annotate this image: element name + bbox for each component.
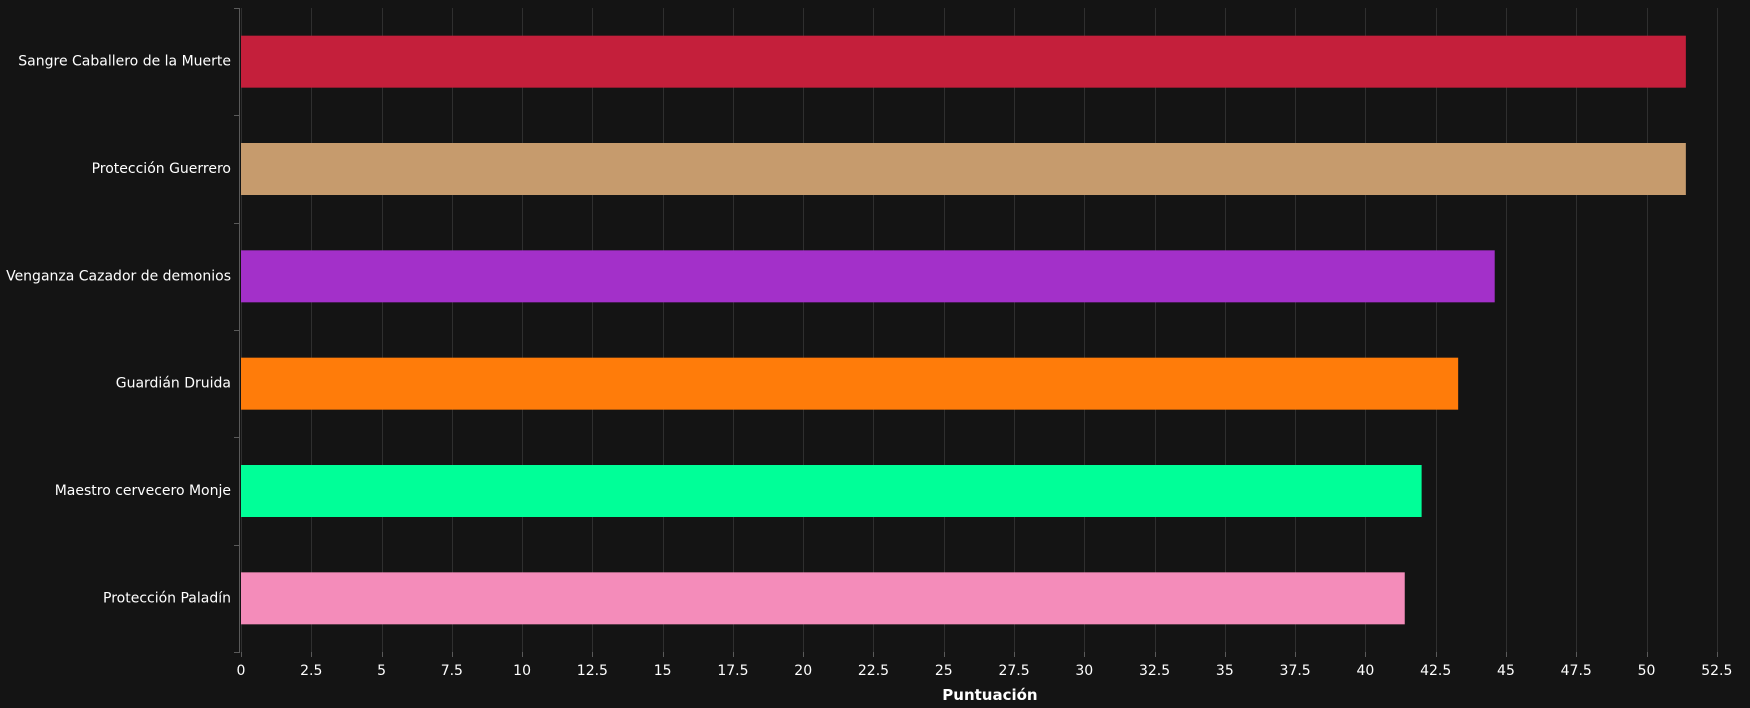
category-label: Protección Paladín [103,590,231,606]
bar-chart: Sangre Caballero de la Muerte Protección … [6,8,1733,704]
x-tick-labels: 0 2.5 5 7.5 10 12.5 15 17.5 20 22.5 25 27.5 30 32.5 35… [237,663,1733,679]
x-tick-label: 7.5 [441,663,463,679]
x-tick-label: 20 [794,663,812,679]
x-tick-label: 17.5 [717,663,748,679]
category-label: Guardián Druida [116,376,231,392]
bar-5[interactable] [241,465,1422,517]
x-axis-title: Puntuación [942,686,1037,704]
x-tick-label: 27.5 [998,663,1029,679]
bar-6[interactable] [241,572,1405,625]
x-tick-label: 50 [1638,663,1656,679]
bars [241,35,1686,625]
axes [234,8,1718,657]
grid-lines [241,8,1718,652]
x-tick-label: 45 [1497,663,1515,679]
category-labels: Sangre Caballero de la Muerte Protección … [6,54,231,607]
category-label: Sangre Caballero de la Muerte [18,54,231,70]
x-tick-label: 12.5 [577,663,608,679]
x-tick-label: 42.5 [1420,663,1451,679]
x-tick-label: 0 [237,663,246,679]
x-tick-label: 47.5 [1561,663,1592,679]
x-tick-label: 32.5 [1139,663,1170,679]
x-tick-label: 5 [377,663,386,679]
x-tick-label: 30 [1075,663,1093,679]
chart-container: Sangre Caballero de la Muerte Protección … [0,0,1750,708]
x-tick-label: 10 [513,663,531,679]
bar-4[interactable] [241,357,1459,410]
x-tick-label: 35 [1216,663,1234,679]
category-label: Maestro cervecero Monje [55,483,231,499]
x-tick-label: 15 [654,663,672,679]
category-label: Protección Guerrero [92,161,231,177]
x-tick-label: 25 [935,663,953,679]
x-tick-label: 52.5 [1701,663,1732,679]
x-tick-label: 22.5 [858,663,889,679]
x-tick-label: 2.5 [300,663,322,679]
x-tick-label: 40 [1356,663,1374,679]
bar-2[interactable] [241,143,1686,195]
category-label: Venganza Cazador de demonios [6,268,231,284]
bar-1[interactable] [241,35,1686,88]
bar-3[interactable] [241,250,1495,303]
x-tick-label: 37.5 [1280,663,1311,679]
